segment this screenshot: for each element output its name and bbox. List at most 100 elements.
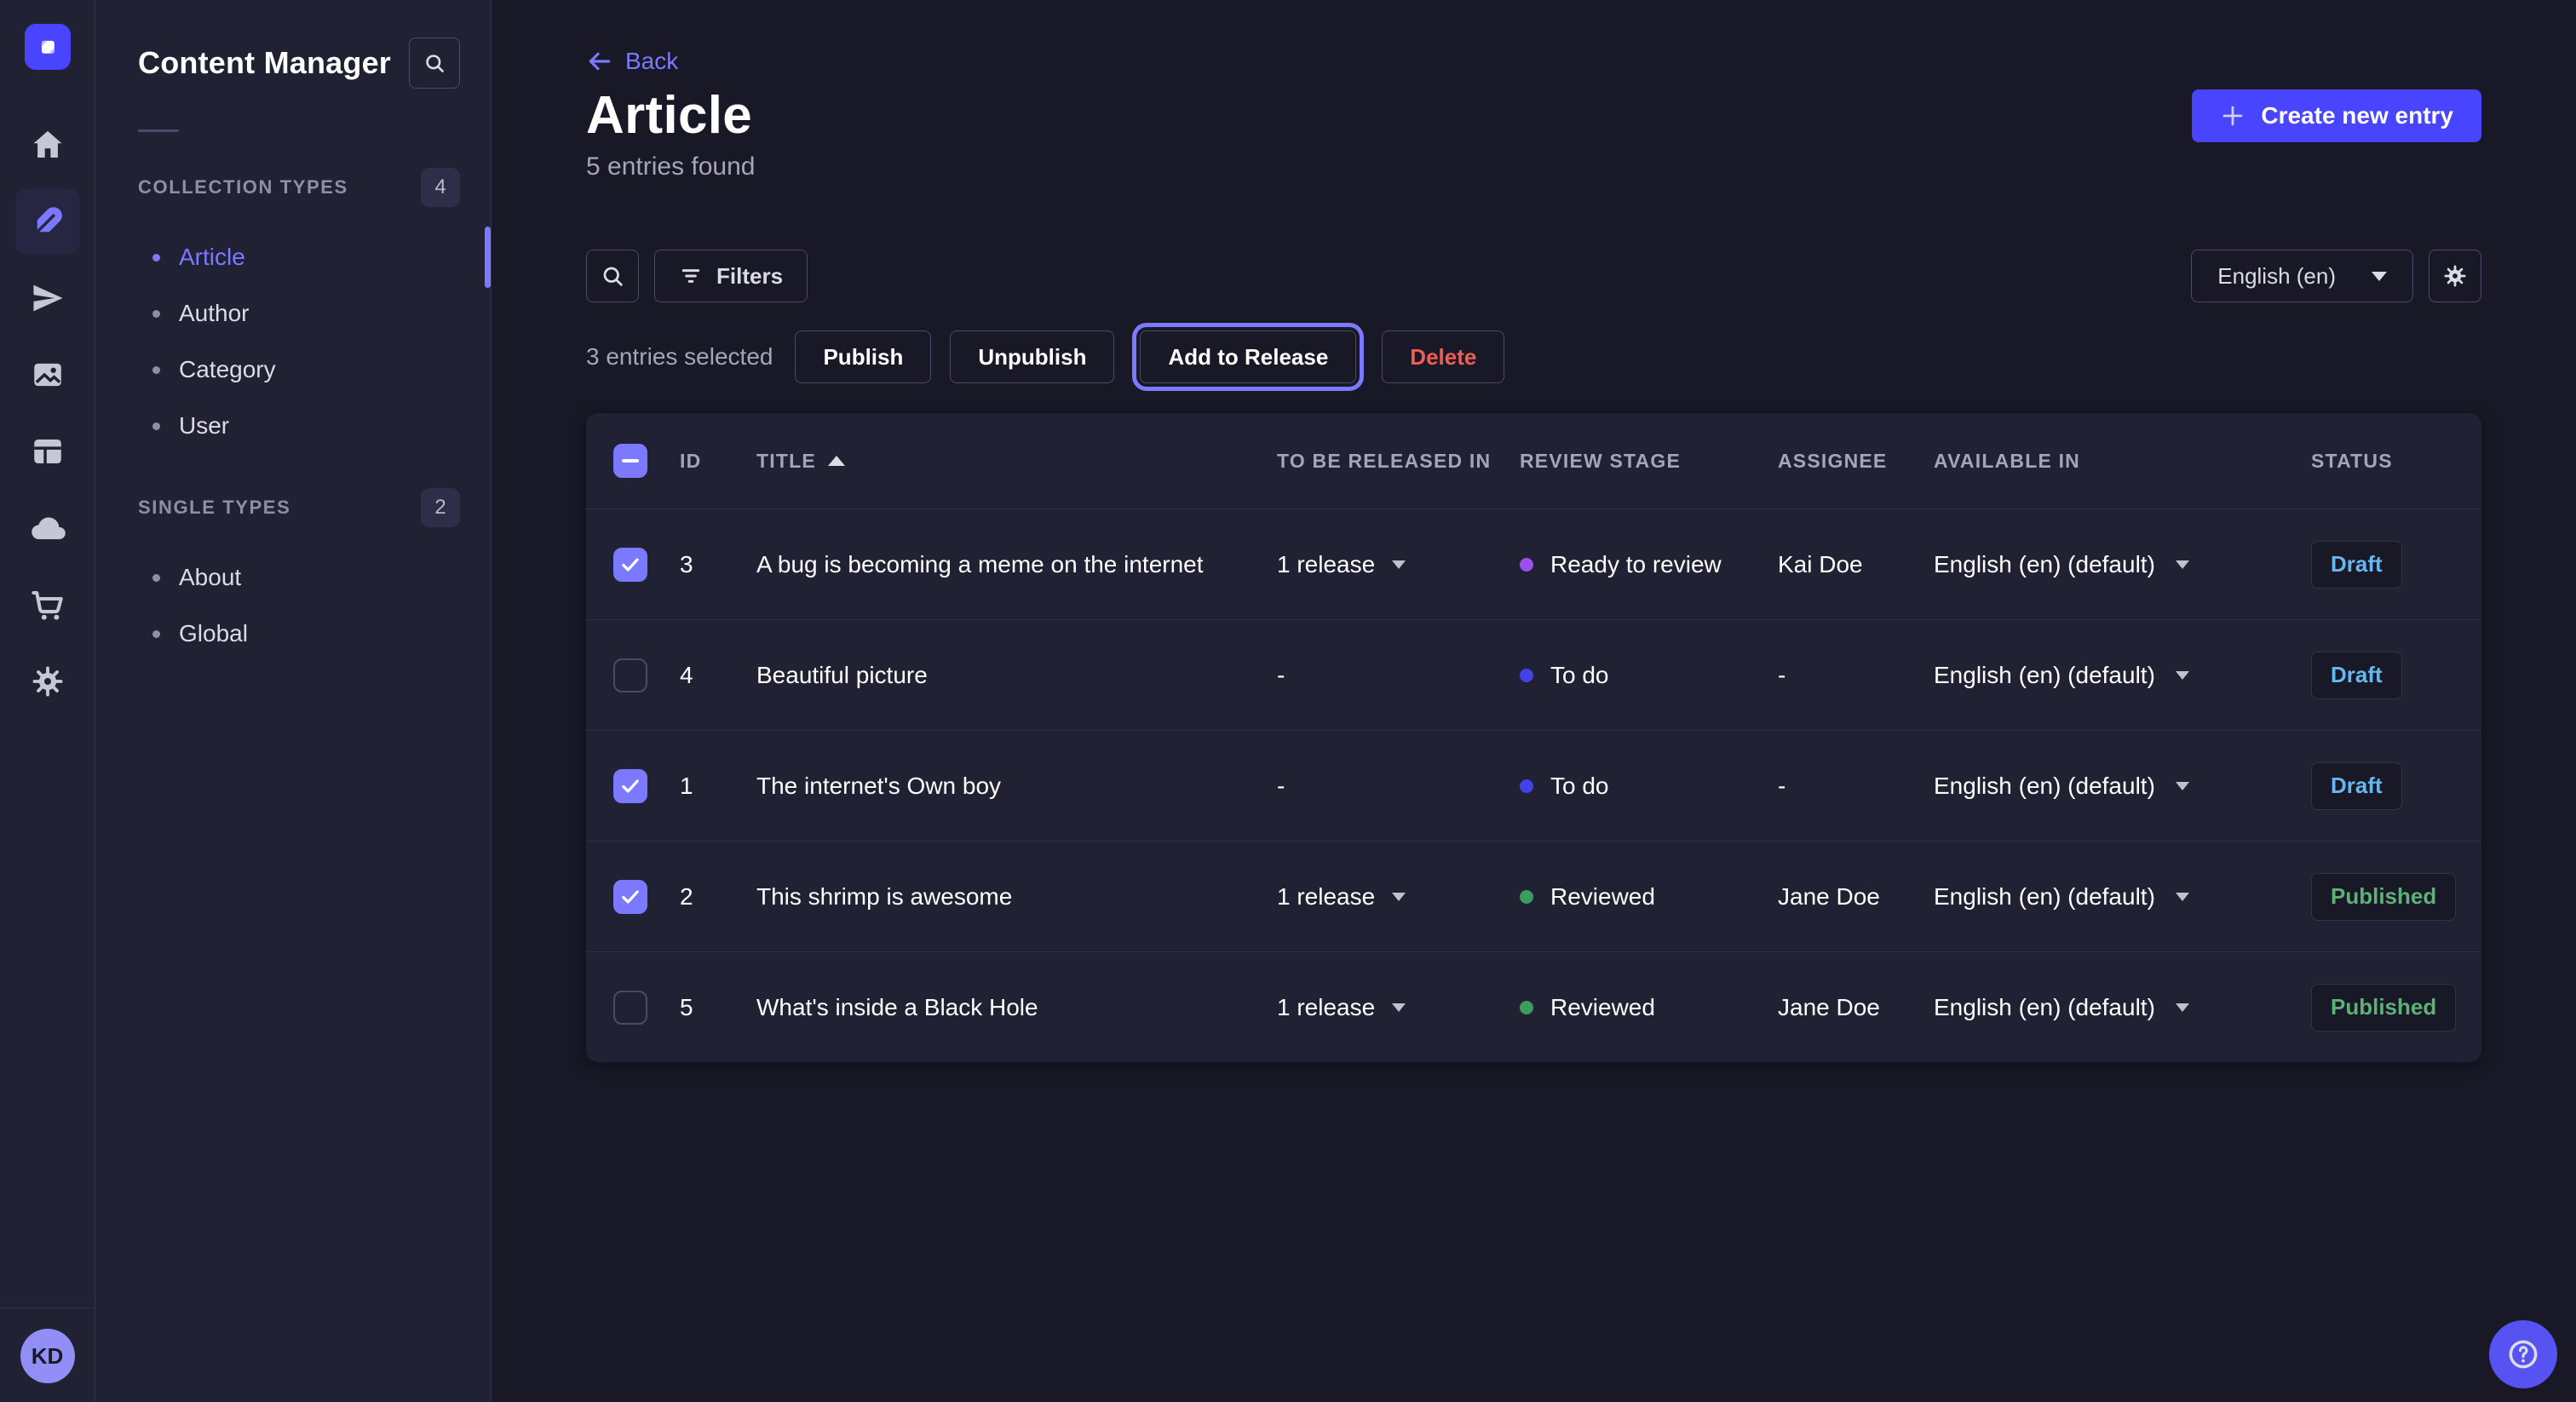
create-new-entry-button[interactable]: Create new entry [2192,89,2481,142]
status-badge: Published [2311,984,2456,1031]
row-assignee: Kai Doe [1778,551,1934,578]
sidebar-item-author[interactable]: Author [138,285,460,342]
release-caret[interactable] [1392,1003,1406,1012]
sidebar-item-about[interactable]: About [138,549,460,606]
search-button[interactable] [586,250,639,302]
content-type-builder-icon[interactable] [15,419,80,484]
row-title: What's inside a Black Hole [756,994,1277,1021]
column-header-title[interactable]: TITLE [756,450,1277,473]
sidebar-item-global[interactable]: Global [138,606,460,662]
media-library-icon[interactable] [15,342,80,407]
row-checkbox[interactable] [613,880,647,914]
row-checkbox[interactable] [613,548,647,582]
row-release-value: 1 release [1277,994,1375,1021]
sidebar-title: Content Manager [138,45,391,81]
delete-button[interactable]: Delete [1382,330,1504,383]
table-row[interactable]: 3 A bug is becoming a meme on the intern… [586,509,2481,619]
create-new-entry-label: Create new entry [2261,102,2453,129]
locale-caret[interactable] [2176,782,2189,790]
strapi-logo[interactable] [25,24,71,70]
column-header-assignee[interactable]: ASSIGNEE [1778,450,1934,473]
review-stage-dot [1520,890,1533,904]
row-id: 3 [680,551,756,578]
sidebar-item-user[interactable]: User [138,398,460,454]
status-badge: Draft [2311,541,2402,589]
column-header-status[interactable]: STATUS [2311,450,2454,473]
cloud-icon[interactable] [15,496,80,560]
collection-types-label: COLLECTION TYPES [138,176,348,198]
locale-caret[interactable] [2176,1003,2189,1012]
content-manager-sidebar: Content Manager COLLECTION TYPES 4 Artic… [95,0,492,1402]
locale-caret[interactable] [2176,671,2189,680]
status-badge: Draft [2311,762,2402,810]
bullet-icon [152,630,160,638]
sidebar-item-category[interactable]: Category [138,342,460,398]
row-checkbox[interactable] [613,658,647,692]
releases-send-icon[interactable] [15,266,80,330]
table-row[interactable]: 2 This shrimp is awesome 1 release Revie… [586,841,2481,951]
help-button[interactable] [2489,1320,2557,1388]
sidebar-search-button[interactable] [409,37,460,89]
review-stage-label: To do [1550,773,1609,800]
bullet-icon [152,254,160,261]
user-avatar[interactable]: KD [20,1329,75,1383]
locale-caret[interactable] [2176,893,2189,901]
add-to-release-button[interactable]: Add to Release [1140,330,1356,383]
review-stage-label: Reviewed [1550,883,1655,911]
sidebar-item-article[interactable]: Article [138,229,460,285]
column-header-review-stage[interactable]: REVIEW STAGE [1520,450,1778,473]
row-id: 2 [680,883,756,911]
release-caret[interactable] [1392,560,1406,569]
row-locale-value: English (en) (default) [1934,994,2155,1021]
filters-button[interactable]: Filters [654,250,808,302]
settings-gear-icon[interactable] [15,649,80,714]
bullet-icon [152,366,160,374]
review-stage-dot [1520,669,1533,682]
table-row[interactable]: 5 What's inside a Black Hole 1 release R… [586,951,2481,1062]
view-settings-button[interactable] [2429,250,2481,302]
review-stage-label: Ready to review [1550,551,1722,578]
back-arrow-icon [586,48,613,75]
status-badge: Draft [2311,652,2402,699]
single-types-count-badge: 2 [421,488,460,527]
question-mark-icon [2506,1337,2540,1371]
bullet-icon [152,574,160,582]
entries-found-text: 5 entries found [586,152,2481,181]
collection-types-section: COLLECTION TYPES 4 Article Author Catego… [138,168,460,454]
select-all-checkbox[interactable] [613,444,647,478]
review-stage-dot [1520,779,1533,793]
single-types-section: SINGLE TYPES 2 About Global [138,488,460,662]
column-header-available-in[interactable]: AVAILABLE IN [1934,450,2311,473]
row-checkbox[interactable] [613,991,647,1025]
table-header-row: ID TITLE TO BE RELEASED IN REVIEW STAGE … [586,413,2481,509]
table-row[interactable]: 1 The internet's Own boy - To do - Engli… [586,730,2481,841]
row-checkbox[interactable] [613,769,647,803]
list-toolbar: Filters English (en) [586,250,2481,302]
home-icon[interactable] [15,112,80,177]
bullet-icon [152,422,160,430]
column-header-to-be-released-in[interactable]: TO BE RELEASED IN [1277,450,1520,473]
row-assignee: - [1778,662,1934,689]
row-title: Beautiful picture [756,662,1277,689]
rail-nav [15,112,80,714]
row-assignee: - [1778,773,1934,800]
gear-icon [2442,263,2468,289]
filters-label: Filters [716,263,783,290]
unpublish-button[interactable]: Unpublish [950,330,1114,383]
sidebar-item-label: About [179,564,241,591]
locale-value: English (en) [2217,263,2336,290]
chevron-down-icon [2372,272,2387,281]
selection-bar: 3 entries selected Publish Unpublish Add… [586,330,2481,383]
locale-caret[interactable] [2176,560,2189,569]
locale-select[interactable]: English (en) [2191,250,2413,302]
content-manager-feather-icon[interactable] [15,189,80,254]
back-label: Back [625,48,678,75]
sort-ascending-icon [828,456,845,466]
column-header-id[interactable]: ID [680,450,756,473]
publish-button[interactable]: Publish [795,330,931,383]
release-caret[interactable] [1392,893,1406,901]
back-link[interactable]: Back [586,48,678,75]
marketplace-cart-icon[interactable] [15,572,80,637]
table-row[interactable]: 4 Beautiful picture - To do - English (e… [586,619,2481,730]
review-stage-dot [1520,1001,1533,1014]
